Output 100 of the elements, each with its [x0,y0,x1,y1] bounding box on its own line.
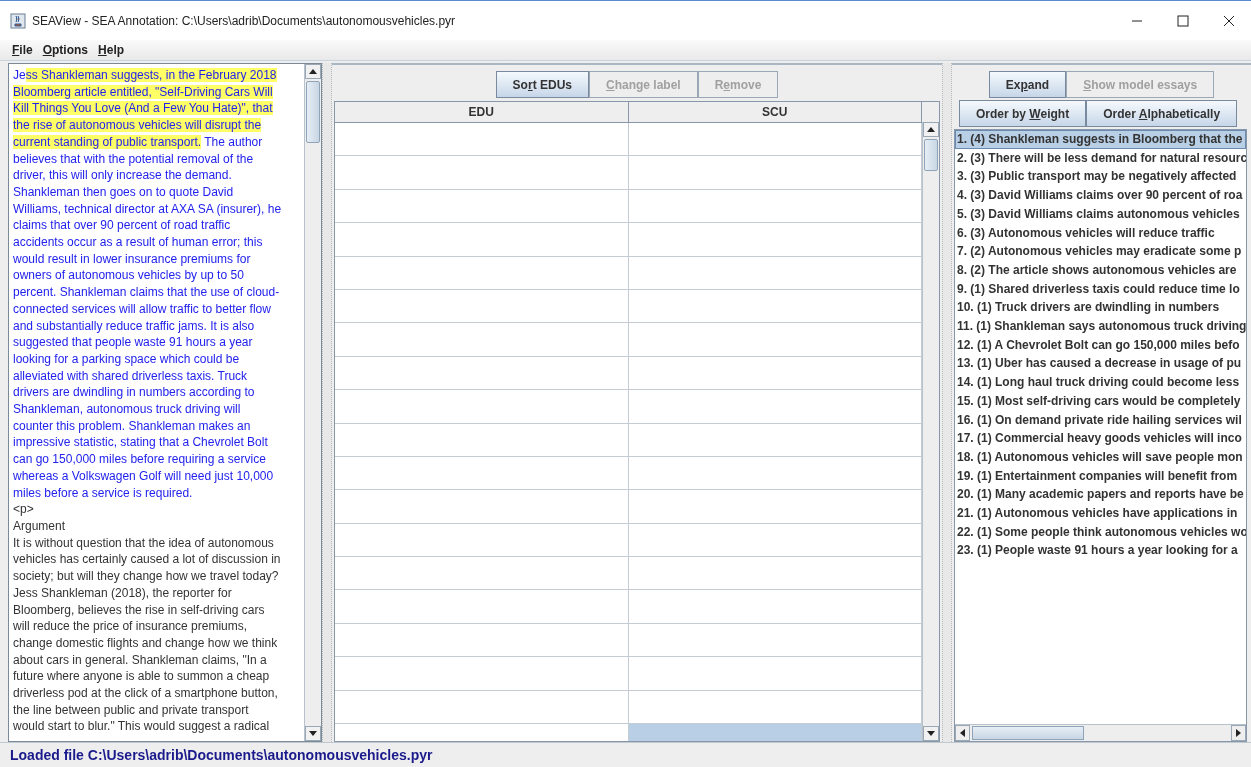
scu-list-item[interactable]: 4. (3) David Williams claims over 90 percent of roa [955,186,1246,205]
scu-list-item[interactable]: 12. (1) A Chevrolet Bolt can go 150,000 miles befo [955,335,1246,355]
table-cell[interactable] [628,256,922,290]
table-cell[interactable] [335,657,629,691]
scu-list-item[interactable]: 6. (3) Autonomous vehicles will reduce traffic [955,223,1246,243]
table-cell[interactable] [335,490,629,524]
scu-list-item[interactable]: 18. (1) Autonomous vehicles will save people mon [955,447,1246,467]
scu-list-item[interactable]: 11. (1) Shankleman says autonomous truck driving [955,317,1246,336]
essay-text: The author [203,134,263,149]
table-cell[interactable] [335,223,629,257]
column-header[interactable]: SCU [628,102,922,122]
essay-text: and substantially reduce traffic jams. It is also [13,318,255,333]
scrollbar[interactable] [304,64,321,741]
table-cell[interactable] [335,123,629,157]
highlighted-text: Bloomberg article entitled, "Self-Driving Cars Will [13,84,273,99]
table-cell[interactable] [335,557,629,591]
scu-list-item[interactable]: 19. (1) Entertainment companies will benefit from [955,466,1246,486]
essay-text: Jess Shankleman (2018), the reporter for [13,585,232,600]
window-title: SEAView - SEA Annotation: C:\Users\adrib\Documents\autonomousvehicles.pyr [32,13,457,28]
essay-text: Shankleman, autonomous truck driving will [13,402,241,417]
toolbar-button[interactable]: Expand [988,71,1067,98]
essay-text: driverless pod at the click of a smartphone button, [13,686,278,700]
essay-text: would start to blur." This would suggest a radical [13,719,270,734]
scu-list-item[interactable]: 2. (3) There will be less demand for natural resourc [955,148,1246,168]
table-cell[interactable] [335,690,629,725]
horizontal-scrollbar[interactable] [955,724,1246,741]
table-cell[interactable] [335,356,629,391]
up-arrow-icon [309,69,317,74]
table-cell[interactable] [335,423,629,457]
table-cell[interactable] [335,523,629,558]
menu-item[interactable]: Help [98,43,125,57]
maximize-icon[interactable] [1177,14,1189,27]
essay-text: can go 150,000 miles before requiring a service [13,452,266,467]
table-cell[interactable] [628,456,922,491]
column-header[interactable]: EDU [335,102,629,122]
scu-list-item[interactable]: 9. (1) Shared driverless taxis could reduce time lo [955,279,1246,299]
table-cell[interactable] [628,356,922,391]
scu-list-item[interactable]: 13. (1) Uber has caused a decrease in usage of pu [955,354,1246,374]
scrollbar[interactable] [922,122,939,741]
table-cell[interactable] [335,289,629,324]
scrollbar-thumb[interactable] [924,139,938,171]
table-cell[interactable] [335,323,629,357]
scu-list-item[interactable]: 7. (2) Autonomous vehicles may eradicate some p [955,242,1246,261]
menu-item[interactable]: Options [42,43,89,57]
essay-text: Je [13,68,26,82]
scrollbar-thumb[interactable] [972,726,1084,740]
scroll-down-button[interactable] [305,726,321,741]
scu-list-item[interactable]: 1. (4) Shankleman suggests in Bloomberg that the [955,130,1246,149]
toolbar-button[interactable]: Sort EDUs [495,71,589,98]
menu-item[interactable]: File [12,43,33,57]
scu-list-item[interactable]: 23. (1) People waste 91 hours a year looking for a [955,541,1246,561]
table-cell[interactable] [628,523,922,558]
table-cell[interactable] [335,390,629,424]
table-cell[interactable] [335,456,629,491]
scu-list-item[interactable]: 17. (1) Commercial heavy goods vehicles will inco [955,429,1246,448]
down-arrow-icon [309,731,317,736]
status-bar: Loaded file C:\Users\adrib\Documents\autonomousvehicles.pyr [0,742,1251,767]
essay-text: Bloomberg, believes the rise in self-driving cars [13,602,265,617]
scu-list-item[interactable]: 5. (3) David Williams claims autonomous vehicles [955,204,1246,224]
close-icon[interactable] [1223,14,1235,27]
table-cell[interactable] [628,423,922,457]
scu-list-item[interactable]: 8. (2) The article shows autonomous vehicles are [955,260,1246,280]
table-cell[interactable] [335,623,629,658]
scu-list-item[interactable]: 16. (1) On demand private ride hailing services wil [955,410,1246,430]
scroll-up-button[interactable] [305,64,321,79]
table-cell[interactable] [628,657,922,691]
table-cell[interactable] [628,590,922,624]
scrollbar-thumb[interactable] [306,81,320,143]
sort-button[interactable]: Order Alphabetically [1086,100,1238,127]
scu-list-item[interactable]: 20. (1) Many academic papers and reports have be [955,485,1246,505]
table-cell[interactable] [628,289,922,324]
scu-list-item[interactable]: 14. (1) Long haul truck driving could become less [955,373,1246,392]
table-cell[interactable] [335,256,629,290]
scu-list-item[interactable]: 10. (1) Truck drivers are dwindling in numbers [955,298,1246,318]
essay-text: owners of autonomous vehicles by up to 50 [13,268,244,283]
scu-list-item[interactable]: 21. (1) Autonomous vehicles have applications in [955,504,1246,523]
table-cell[interactable] [628,557,922,591]
table-cell[interactable] [628,490,922,524]
table-cell[interactable] [628,323,922,357]
scroll-down-button[interactable] [923,726,939,741]
table-cell[interactable] [628,390,922,424]
table-cell[interactable] [335,156,629,190]
essay-text: believes that with the potential removal of the [13,151,254,166]
scroll-up-button[interactable] [923,122,939,137]
table-cell[interactable] [335,189,629,224]
essay-text: percent. Shankleman claims that the use of cloud- [13,285,280,300]
table-cell[interactable] [628,156,922,190]
scroll-left-button[interactable] [955,725,970,741]
table-cell[interactable] [628,223,922,257]
scroll-right-button[interactable] [1231,725,1246,741]
sort-button[interactable]: Order by Weight [959,100,1087,127]
essay-text: vehicles has certainly caused a lot of discussion in [13,552,281,567]
scu-list-item[interactable]: 3. (3) Public transport may be negatively affected [955,167,1246,187]
table-cell[interactable] [628,189,922,224]
table-cell[interactable] [628,123,922,157]
essay-text: change domestic flights and change how we think [13,635,278,650]
table-cell[interactable] [335,590,629,624]
table-cell[interactable] [628,623,922,658]
scu-list-item[interactable]: 15. (1) Most self-driving cars would be completely [955,391,1246,411]
essay-text: accidents occur as a result of human error; this [13,235,263,250]
